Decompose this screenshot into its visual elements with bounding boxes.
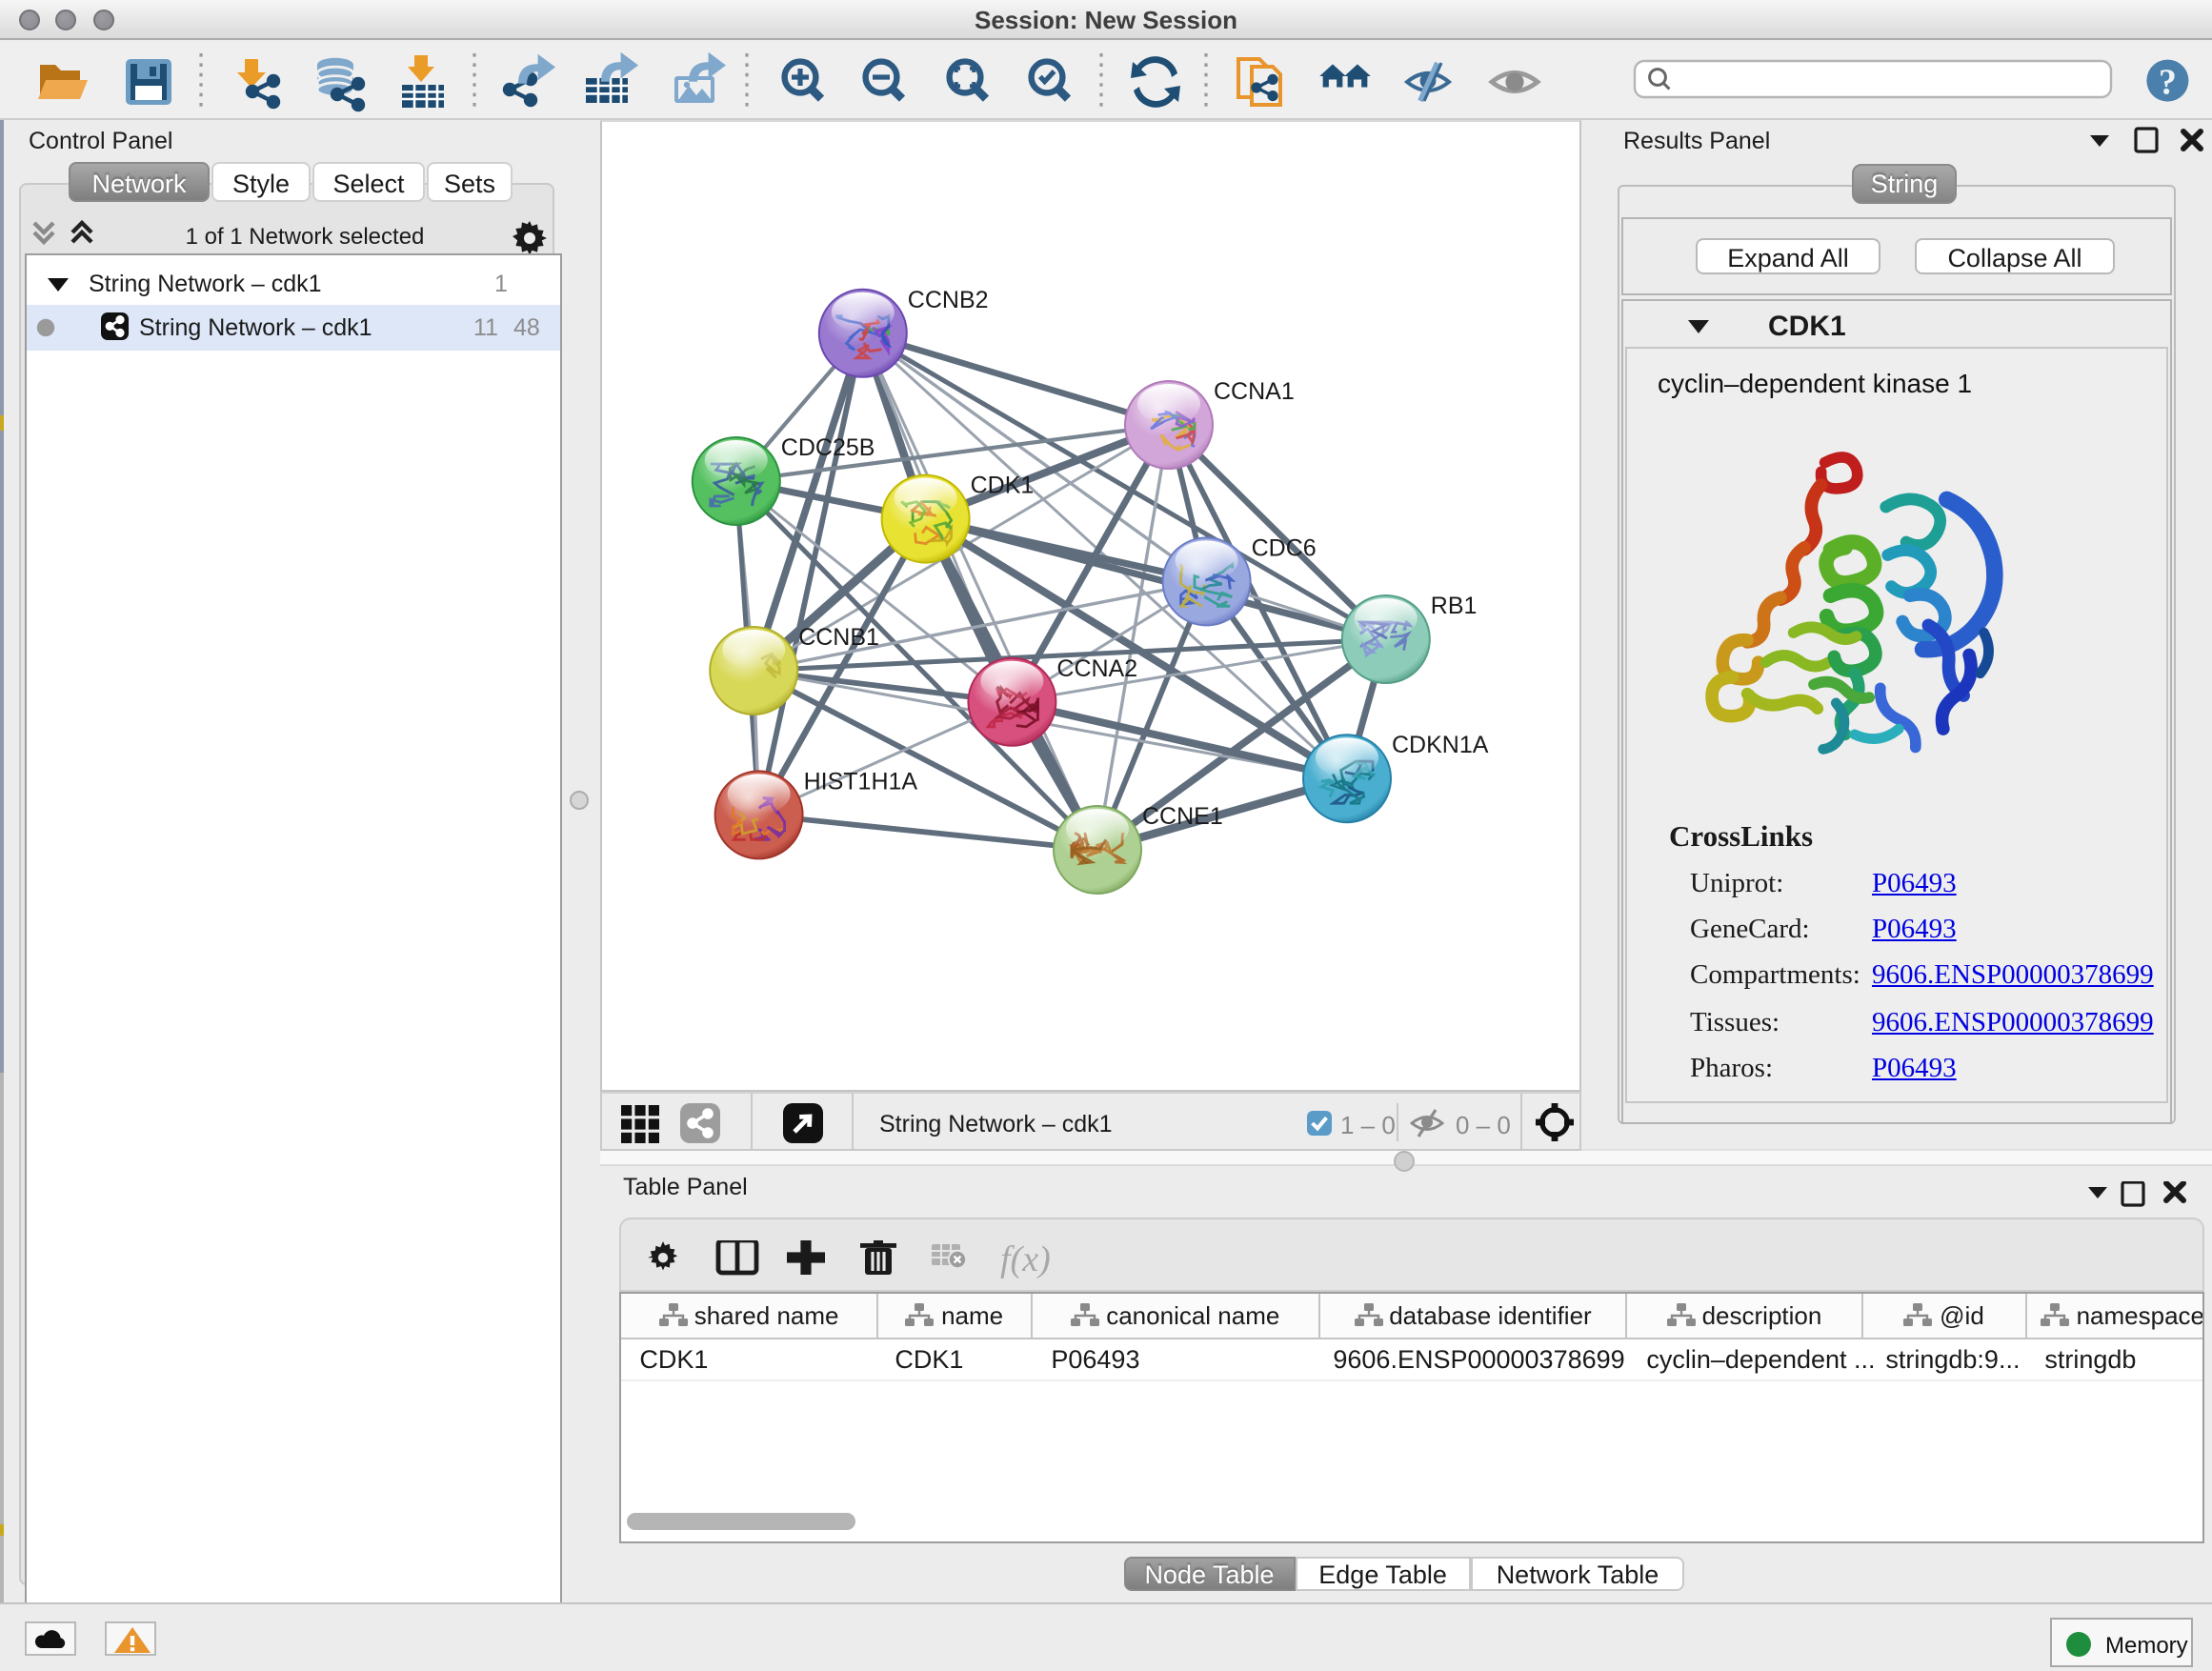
svg-text:HIST1H1A: HIST1H1A: [803, 768, 917, 795]
svg-text:f(x): f(x): [1000, 1240, 1051, 1278]
svg-text:CCNB2: CCNB2: [907, 287, 988, 313]
svg-text:CDKN1A: CDKN1A: [1391, 732, 1488, 758]
svg-text:CCNA1: CCNA1: [1213, 378, 1294, 405]
svg-text:CCNA2: CCNA2: [1056, 655, 1136, 682]
svg-text:CCNB1: CCNB1: [797, 624, 878, 651]
svg-text:CDC6: CDC6: [1251, 534, 1316, 561]
svg-text:Memory: Memory: [2105, 1633, 2188, 1659]
svg-text:CDC25B: CDC25B: [780, 434, 875, 461]
svg-text:CDK1: CDK1: [970, 473, 1034, 499]
svg-text:RB1: RB1: [1430, 593, 1477, 619]
svg-text:CCNE1: CCNE1: [1141, 803, 1222, 830]
svg-text:?: ?: [2159, 62, 2177, 102]
